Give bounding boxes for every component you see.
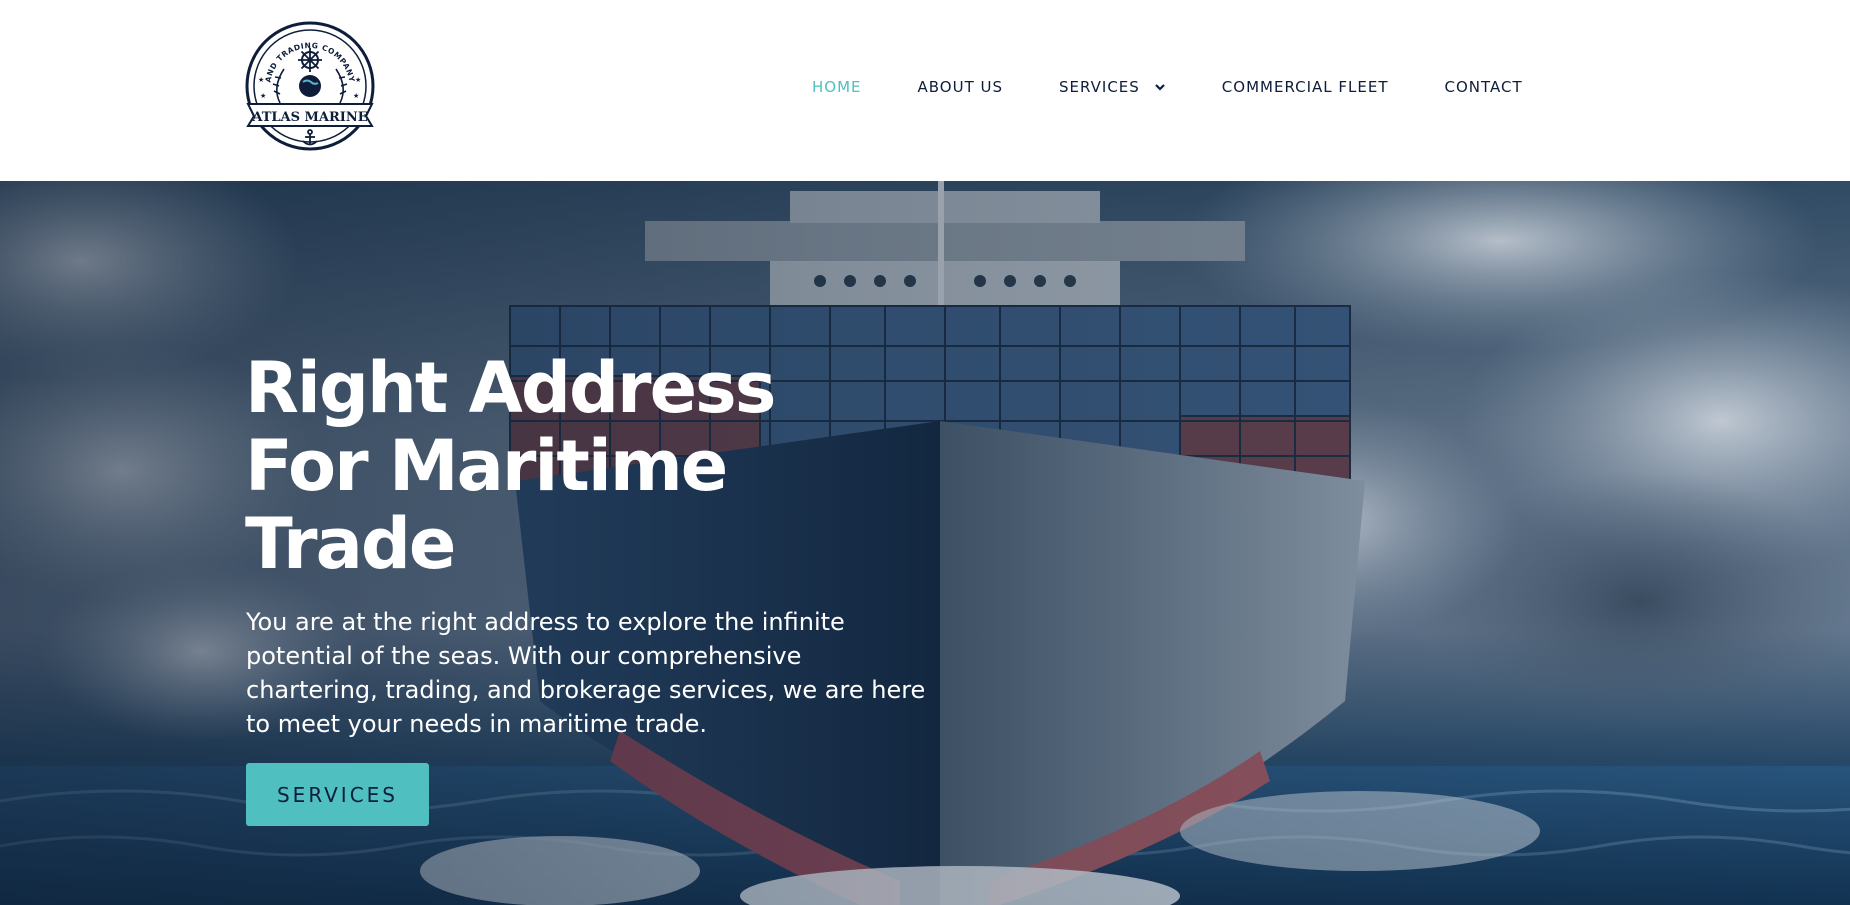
svg-text:★: ★: [355, 76, 361, 84]
logo-banner-text: ATLAS MARINE: [251, 110, 367, 125]
nav-about-us-label: ABOUT US: [917, 78, 1004, 96]
atlas-marine-logo[interactable]: AND TRADING COMPANY ★ ★ ★ ★ ATLAS MARINE: [240, 18, 380, 154]
nav-commercial-fleet[interactable]: COMMERCIAL FLEET: [1222, 78, 1389, 96]
nav-about-us[interactable]: ABOUT US: [918, 78, 1004, 96]
ship-wheel-icon: [298, 48, 322, 72]
nav-home-label: HOME: [812, 78, 862, 96]
hero-title-line-1: Right Address: [245, 347, 776, 429]
hero-title-line-2: For Maritime: [245, 425, 728, 507]
logo-emblem: AND TRADING COMPANY ★★ ★★ ATLAS MARINE: [245, 21, 375, 151]
nav-services[interactable]: SERVICES: [1059, 78, 1166, 96]
hero-title-line-3: Trade: [245, 503, 456, 585]
nav-contact[interactable]: CONTACT: [1445, 78, 1523, 96]
hero-title: Right Address For Maritime Trade: [245, 349, 885, 583]
nav-home[interactable]: HOME: [812, 78, 862, 96]
svg-text:★: ★: [260, 92, 266, 100]
chevron-down-icon: [1155, 84, 1165, 91]
main-navigation: HOME ABOUT US SERVICES COMMERCIAL FLEET …: [812, 75, 1523, 99]
nav-services-label: SERVICES: [1059, 78, 1140, 96]
services-button[interactable]: SERVICES: [246, 763, 429, 826]
hero-section: Right Address For Maritime Trade You are…: [0, 181, 1850, 905]
svg-text:★: ★: [353, 92, 359, 100]
globe-icon: [299, 75, 321, 97]
nav-contact-label: CONTACT: [1444, 78, 1523, 96]
hero-description: You are at the right address to explore …: [246, 608, 926, 738]
svg-text:★: ★: [258, 76, 264, 84]
nav-commercial-fleet-label: COMMERCIAL FLEET: [1221, 78, 1389, 96]
site-header: AND TRADING COMPANY ★ ★ ★ ★ ATLAS MARINE…: [0, 0, 1850, 181]
